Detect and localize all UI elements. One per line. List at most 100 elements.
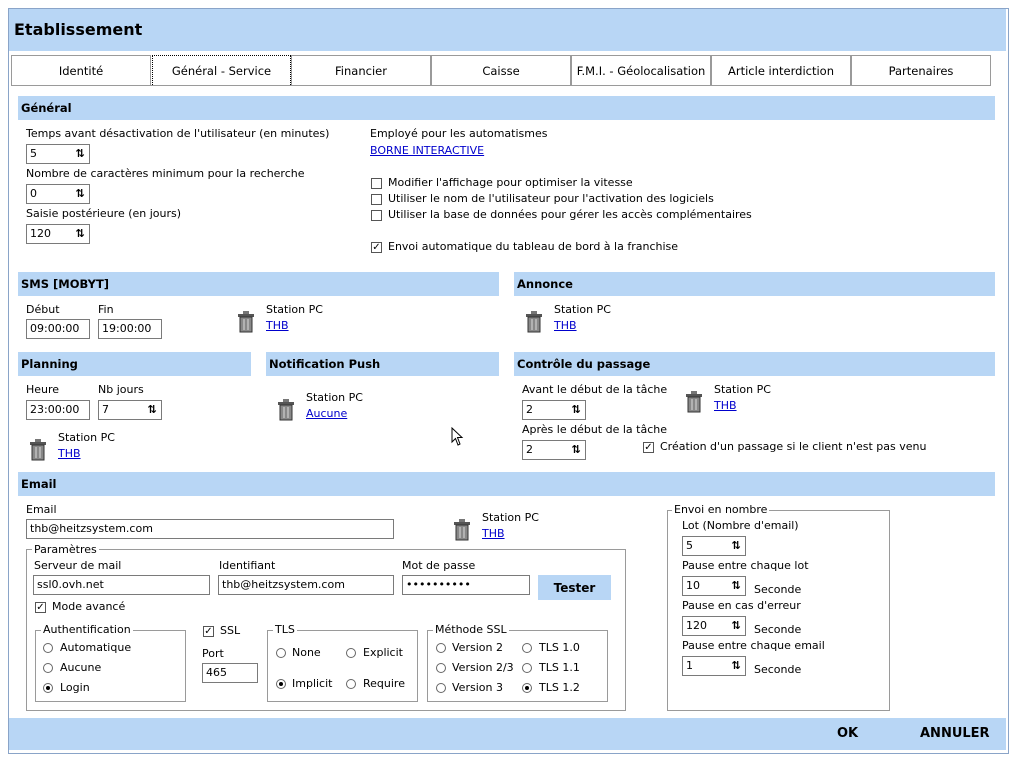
port-label: Port bbox=[202, 647, 224, 660]
ok-button[interactable]: OK bbox=[837, 726, 858, 741]
lot-spin-icon[interactable]: ⇅ bbox=[727, 537, 745, 555]
identifiant-label: Identifiant bbox=[219, 559, 276, 572]
ssl-radio-tls12[interactable] bbox=[522, 683, 532, 693]
auth-aucune-label: Aucune bbox=[60, 661, 102, 674]
controle-avant-label: Avant le début de la tâche bbox=[522, 383, 668, 396]
email-station-label: Station PC bbox=[482, 511, 539, 524]
tab-caisse[interactable]: Caisse bbox=[431, 55, 571, 85]
saisie-label: Saisie postérieure (en jours) bbox=[26, 207, 182, 220]
section-general-header: Général bbox=[18, 96, 995, 120]
ssl-radio-version2[interactable] bbox=[436, 643, 446, 653]
controle-apres-label: Après le début de la tâche bbox=[522, 423, 667, 436]
auth-automatique-label: Automatique bbox=[60, 641, 132, 654]
check-envoi-auto[interactable]: ✓ bbox=[371, 242, 382, 253]
ssl-radio-tls10[interactable] bbox=[522, 643, 532, 653]
ssl-radio-version3[interactable] bbox=[436, 683, 446, 693]
auth-title: Authentification bbox=[41, 623, 133, 636]
check-mode-avance[interactable]: ✓ bbox=[35, 602, 46, 613]
sms-fin-label: Fin bbox=[98, 303, 114, 316]
sms-debut-input[interactable]: 09:00:00 bbox=[26, 319, 90, 339]
email-station-link[interactable]: THB bbox=[482, 527, 505, 540]
check-envoi-auto-label: Envoi automatique du tableau de bord à l… bbox=[388, 240, 679, 253]
auth-radio-automatique[interactable] bbox=[43, 643, 53, 653]
tab-fmi-geolocalisation[interactable]: F.M.I. - Géolocalisation bbox=[571, 55, 711, 85]
controle-avant-spin-icon[interactable]: ⇅ bbox=[567, 401, 585, 419]
employe-link[interactable]: BORNE INTERACTIVE bbox=[370, 144, 484, 157]
planning-nbjours-spin-icon[interactable]: ⇅ bbox=[143, 401, 161, 419]
check-creation-passage[interactable]: ✓ bbox=[643, 442, 654, 453]
params-title: Paramètres bbox=[32, 543, 99, 556]
tab-identite[interactable]: Identité bbox=[11, 55, 151, 85]
check-ssl[interactable]: ✓ bbox=[203, 626, 214, 637]
controle-station-link[interactable]: THB bbox=[714, 399, 737, 412]
pause-email-spin-icon[interactable]: ⇅ bbox=[727, 657, 745, 675]
tester-button[interactable]: Tester bbox=[538, 575, 611, 600]
envoi-title: Envoi en nombre bbox=[672, 503, 770, 516]
tls-title: TLS bbox=[273, 623, 297, 636]
identifiant-input[interactable]: thb@heitzsystem.com bbox=[218, 575, 394, 595]
nbcar-label: Nombre de caractères minimum pour la rec… bbox=[26, 167, 305, 180]
tab-general-service[interactable]: Général - Service bbox=[152, 55, 291, 85]
nbcar-spin-icon[interactable]: ⇅ bbox=[71, 185, 89, 203]
check-ssl-label: SSL bbox=[220, 624, 241, 637]
check-nom-utilisateur[interactable] bbox=[371, 194, 382, 205]
temps-label: Temps avant désactivation de l'utilisate… bbox=[26, 127, 330, 140]
annonce-station-label: Station PC bbox=[554, 303, 611, 316]
mdp-label: Mot de passe bbox=[402, 559, 476, 572]
annonce-trash-icon[interactable] bbox=[524, 310, 544, 334]
ssl-version2-label: Version 2 bbox=[452, 641, 503, 654]
email-trash-icon[interactable] bbox=[452, 518, 472, 542]
lot-label: Lot (Nombre d'email) bbox=[682, 519, 799, 532]
saisie-spin-icon[interactable]: ⇅ bbox=[71, 225, 89, 243]
check-base-donnees[interactable] bbox=[371, 210, 382, 221]
sms-station-link[interactable]: THB bbox=[266, 319, 289, 332]
push-trash-icon[interactable] bbox=[276, 398, 296, 422]
email-input[interactable]: thb@heitzsystem.com bbox=[26, 519, 394, 539]
serveur-input[interactable]: ssl0.ovh.net bbox=[33, 575, 210, 595]
auth-radio-aucune[interactable] bbox=[43, 663, 53, 673]
ssl-tls11-label: TLS 1.1 bbox=[539, 661, 580, 674]
tls-radio-none[interactable] bbox=[276, 648, 286, 658]
tls-radio-explicit[interactable] bbox=[346, 648, 356, 658]
planning-heure-input[interactable]: 23:00:00 bbox=[26, 400, 90, 420]
sms-fin-input[interactable]: 19:00:00 bbox=[98, 319, 162, 339]
push-station-link[interactable]: Aucune bbox=[306, 407, 347, 420]
section-planning-header: Planning bbox=[18, 352, 251, 376]
tls-radio-require[interactable] bbox=[346, 679, 356, 689]
pause-email-unit: Seconde bbox=[754, 663, 802, 676]
ssl-version23-label: Version 2/3 bbox=[452, 661, 514, 674]
tls-group bbox=[267, 630, 418, 702]
planning-nbjours-label: Nb jours bbox=[98, 383, 144, 396]
ssl-radio-tls11[interactable] bbox=[522, 663, 532, 673]
check-affichage[interactable] bbox=[371, 178, 382, 189]
section-annonce-header: Annonce bbox=[514, 272, 995, 296]
tab-financier[interactable]: Financier bbox=[291, 55, 431, 85]
sms-debut-label: Début bbox=[26, 303, 60, 316]
section-push-header: Notification Push bbox=[266, 352, 499, 376]
port-input[interactable]: 465 bbox=[202, 663, 258, 683]
controle-station-label: Station PC bbox=[714, 383, 771, 396]
pause-lot-spin-icon[interactable]: ⇅ bbox=[727, 577, 745, 595]
tab-partenaires[interactable]: Partenaires bbox=[851, 55, 991, 85]
controle-apres-spin-icon[interactable]: ⇅ bbox=[567, 441, 585, 459]
tab-article-interdiction[interactable]: Article interdiction bbox=[711, 55, 851, 85]
tls-implicit-label: Implicit bbox=[292, 677, 333, 690]
pause-err-unit: Seconde bbox=[754, 623, 802, 636]
check-creation-passage-label: Création d'un passage si le client n'est… bbox=[660, 440, 927, 453]
tls-radio-implicit[interactable] bbox=[276, 679, 286, 689]
sms-station-label: Station PC bbox=[266, 303, 323, 316]
check-nom-utilisateur-label: Utiliser le nom de l'utilisateur pour l'… bbox=[388, 192, 714, 205]
tls-require-label: Require bbox=[363, 677, 405, 690]
ssl-radio-version23[interactable] bbox=[436, 663, 446, 673]
sms-trash-icon[interactable] bbox=[236, 310, 256, 334]
mdp-input[interactable]: •••••••••• bbox=[402, 575, 530, 595]
cancel-button[interactable]: ANNULER bbox=[920, 726, 990, 741]
auth-radio-login[interactable] bbox=[43, 683, 53, 693]
planning-trash-icon[interactable] bbox=[28, 438, 48, 462]
controle-trash-icon[interactable] bbox=[684, 390, 704, 414]
pause-err-spin-icon[interactable]: ⇅ bbox=[727, 617, 745, 635]
annonce-station-link[interactable]: THB bbox=[554, 319, 577, 332]
planning-station-link[interactable]: THB bbox=[58, 447, 81, 460]
temps-spin-icon[interactable]: ⇅ bbox=[71, 145, 89, 163]
planning-heure-label: Heure bbox=[26, 383, 60, 396]
